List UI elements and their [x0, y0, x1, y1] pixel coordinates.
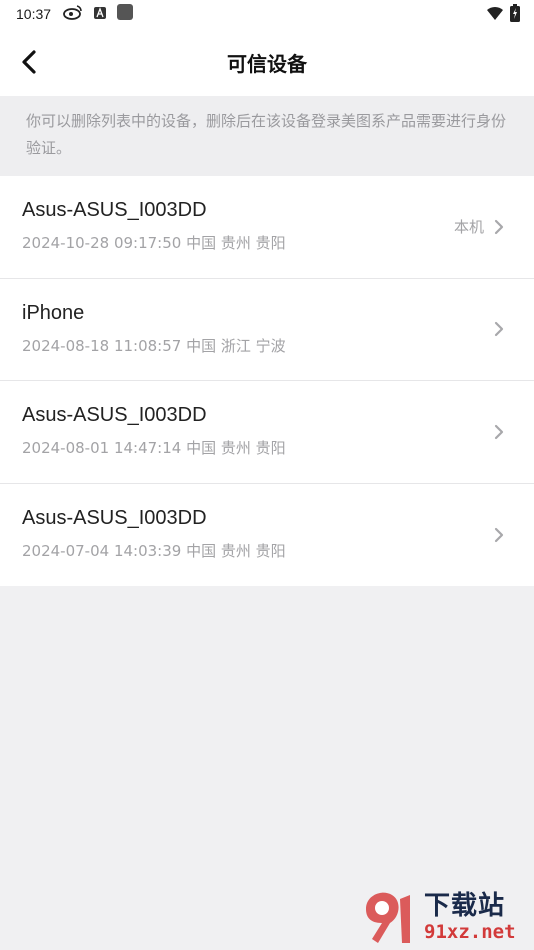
device-name: Asus-ASUS_I003DD [22, 404, 207, 426]
notice-text: 你可以删除列表中的设备，删除后在该设备登录美图系产品需要进行身份验证。 [0, 96, 534, 176]
current-device-label: 本机 [453, 218, 484, 237]
watermark-title: 下载站 [424, 891, 506, 921]
chevron-right-icon [494, 219, 504, 234]
trusted-devices-screen: 10:37 可信设备 你可以删除列表中的设备，删除后在该设备登录美图系产品需要进… [0, 0, 534, 950]
a-badge-icon [93, 5, 107, 24]
device-list: Asus-ASUS_I003DD 2024-10-28 09:17:50 中国 … [0, 176, 534, 586]
device-item-right [494, 279, 504, 381]
page-title: 可信设备 [227, 51, 307, 76]
status-right-icons [486, 4, 520, 26]
battery-charging-icon [510, 4, 520, 26]
device-name: iPhone [22, 301, 85, 324]
chevron-right-icon [494, 424, 504, 439]
watermark-text: 下载站 91xz.net [424, 891, 516, 943]
device-login-info: 2024-08-01 14:47:14 中国 贵州 贵阳 [22, 439, 286, 457]
weibo-icon [63, 4, 83, 24]
chevron-right-icon [494, 527, 504, 542]
watermark-url: 91xz.net [424, 921, 516, 943]
device-item[interactable]: Asus-ASUS_I003DD 2024-08-01 14:47:14 中国 … [0, 381, 534, 484]
device-login-info: 2024-07-04 14:03:39 中国 贵州 贵阳 [22, 541, 286, 560]
device-item[interactable]: iPhone 2024-08-18 11:08:57 中国 浙江 宁波 [0, 279, 534, 381]
device-name: Asus-ASUS_I003DD [22, 506, 207, 529]
device-item[interactable]: Asus-ASUS_I003DD 2024-10-28 09:17:50 中国 … [0, 176, 534, 279]
device-login-info: 2024-10-28 09:17:50 中国 贵州 贵阳 [22, 234, 286, 252]
chevron-left-icon [22, 50, 36, 74]
chevron-right-icon [494, 322, 504, 337]
device-name: Asus-ASUS_I003DD [22, 199, 207, 221]
status-bar: 10:37 [0, 0, 534, 28]
watermark: 下载站 91xz.net [360, 886, 530, 948]
device-item-right: 本机 [454, 176, 504, 278]
watermark-logo-icon [366, 892, 410, 943]
device-item-right [494, 484, 504, 587]
device-item[interactable]: Asus-ASUS_I003DD 2024-07-04 14:03:39 中国 … [0, 484, 534, 587]
status-notification-icons [63, 4, 134, 24]
device-item-right [494, 381, 504, 483]
status-time: 10:37 [16, 6, 52, 22]
back-button[interactable] [14, 46, 44, 78]
wifi-icon [486, 5, 504, 25]
app-square-icon [117, 4, 134, 24]
device-login-info: 2024-08-18 11:08:57 中国 浙江 宁波 [22, 336, 286, 355]
navigation-bar: 可信设备 [0, 28, 534, 96]
